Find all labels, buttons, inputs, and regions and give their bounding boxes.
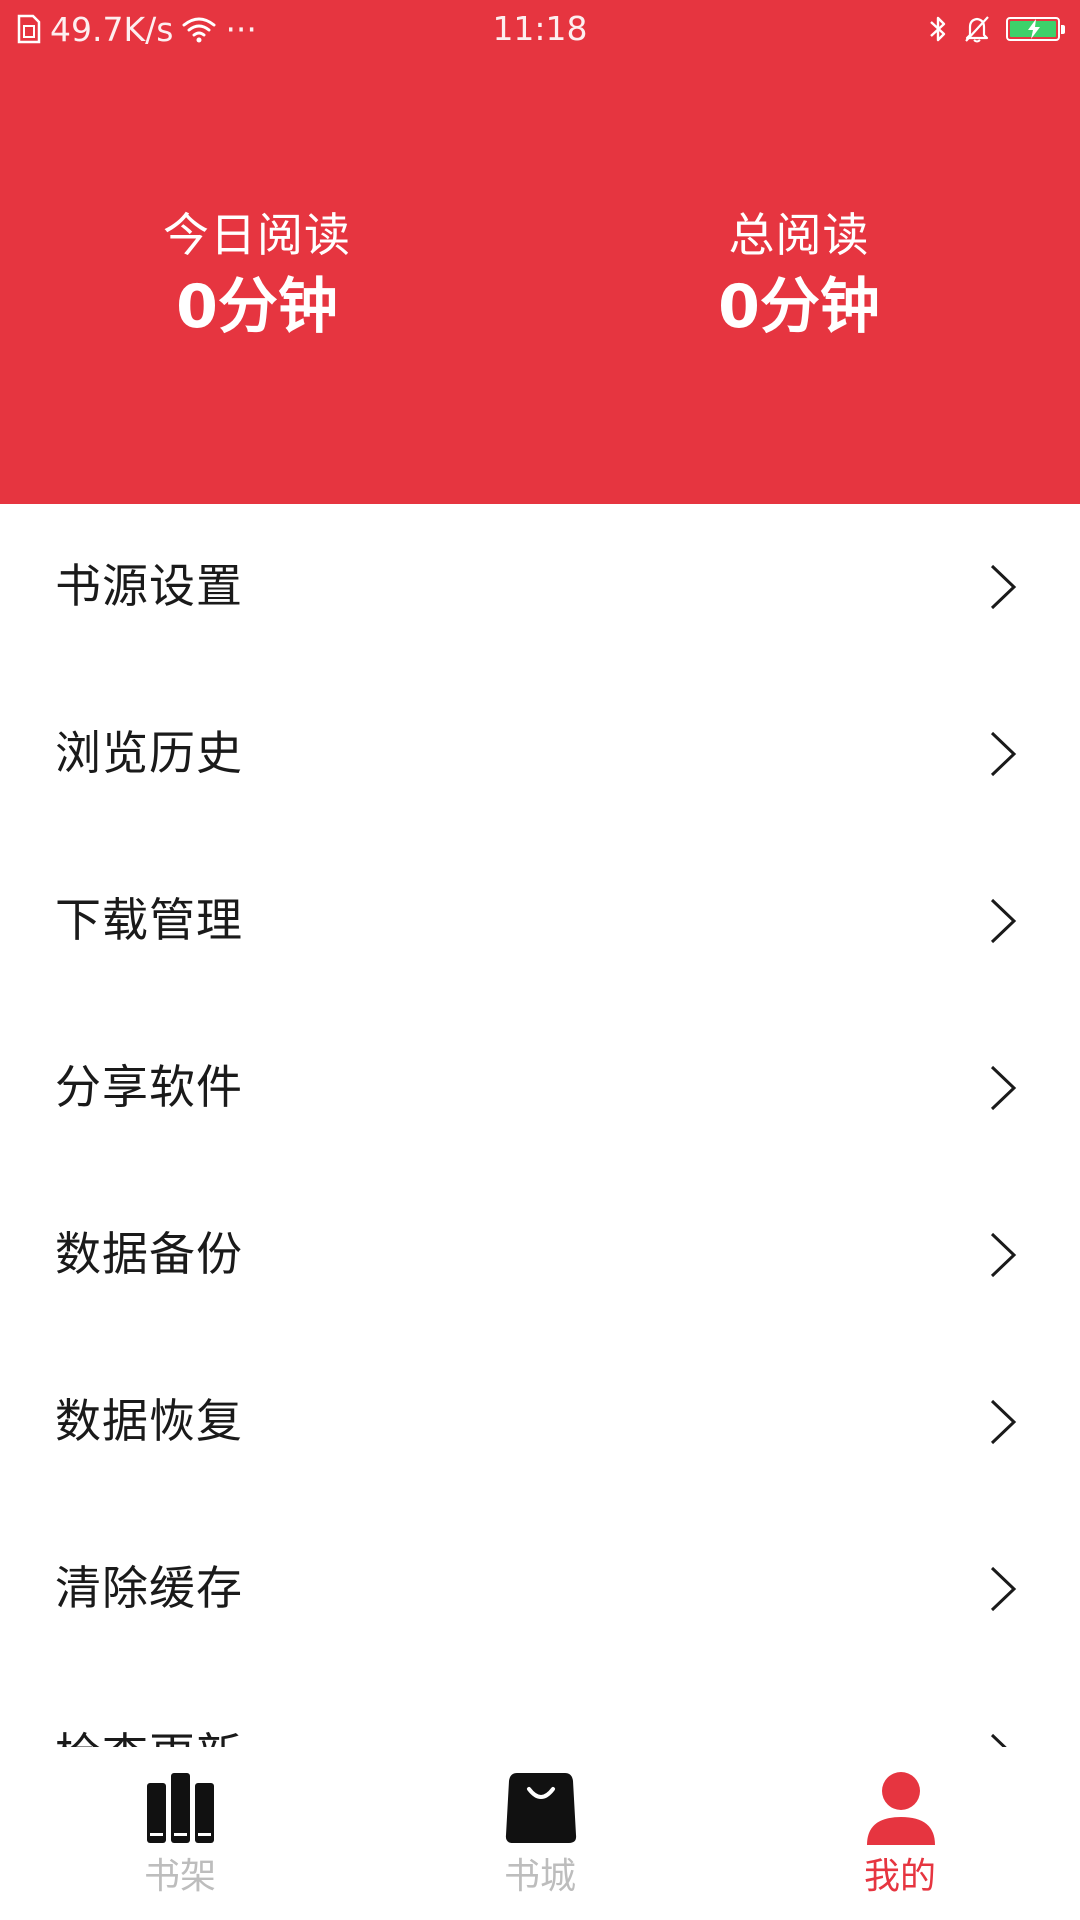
today-reading-stat: 今日阅读 0分钟 bbox=[0, 205, 527, 347]
chevron-right-icon bbox=[990, 1566, 1017, 1612]
tab-bookshelf-label: 书架 bbox=[143, 1856, 216, 1897]
charging-icon bbox=[1028, 19, 1040, 39]
menu-item-data-restore[interactable]: 数据恢复 bbox=[0, 1339, 1080, 1506]
bookshelf-icon bbox=[147, 1773, 214, 1843]
tab-mine[interactable]: 我的 bbox=[720, 1747, 1080, 1920]
tab-bookstore-label: 书城 bbox=[503, 1856, 576, 1897]
shopping-bag-icon bbox=[505, 1773, 577, 1843]
chevron-right-icon bbox=[990, 1232, 1017, 1278]
chevron-right-icon bbox=[990, 1065, 1017, 1111]
menu-item-label: 检查更新 bbox=[55, 1725, 243, 1747]
tab-bookshelf[interactable]: 书架 bbox=[0, 1747, 360, 1920]
bottom-navigation: 书架 书城 我的 bbox=[0, 1747, 1080, 1920]
battery-tip bbox=[1061, 25, 1065, 34]
menu-item-label: 浏览历史 bbox=[55, 726, 243, 780]
menu-item-data-backup[interactable]: 数据备份 bbox=[0, 1172, 1080, 1339]
menu-item-label: 清除缓存 bbox=[55, 1561, 243, 1615]
silent-bell-icon bbox=[965, 16, 989, 43]
menu-item-clear-cache[interactable]: 清除缓存 bbox=[0, 1506, 1080, 1673]
chevron-right-icon bbox=[990, 1733, 1007, 1747]
status-bar-right bbox=[928, 8, 1065, 50]
menu-item-label: 数据备份 bbox=[55, 1227, 243, 1281]
total-reading-stat: 总阅读 0分钟 bbox=[529, 205, 1069, 347]
menu-item-label: 数据恢复 bbox=[55, 1394, 243, 1448]
reading-stats-header: 49.7K/s ··· 11:18 今日阅读 0分钟 总阅读 0分钟 bbox=[0, 0, 1080, 504]
menu-item-label: 下载管理 bbox=[55, 893, 243, 947]
menu-item-book-source[interactable]: 书源设置 bbox=[0, 504, 1080, 671]
profile-screen: 49.7K/s ··· 11:18 今日阅读 0分钟 总阅读 0分钟 书源设置 … bbox=[0, 0, 1080, 1920]
today-reading-value: 0分钟 bbox=[176, 272, 338, 342]
reading-stats: 今日阅读 0分钟 总阅读 0分钟 bbox=[0, 205, 1080, 347]
chevron-right-icon bbox=[990, 1399, 1017, 1445]
status-bar: 49.7K/s ··· 11:18 bbox=[0, 0, 1080, 58]
tab-bookstore[interactable]: 书城 bbox=[360, 1747, 720, 1920]
menu-item-check-update[interactable]: 检查更新 bbox=[0, 1673, 1080, 1747]
menu-item-label: 分享软件 bbox=[55, 1060, 243, 1114]
battery-icon bbox=[1006, 17, 1065, 41]
chevron-right-icon bbox=[990, 731, 1017, 777]
total-reading-label: 总阅读 bbox=[728, 208, 870, 262]
menu-item-browse-history[interactable]: 浏览历史 bbox=[0, 671, 1080, 838]
settings-menu[interactable]: 书源设置 浏览历史 下载管理 分享软件 数据备份 数据恢复 清除缓存 检查更新 bbox=[0, 504, 1080, 1747]
bluetooth-icon bbox=[930, 16, 946, 42]
clock: 11:18 bbox=[492, 9, 588, 48]
menu-item-download-manager[interactable]: 下载管理 bbox=[0, 838, 1080, 1005]
chevron-right-icon bbox=[990, 898, 1017, 944]
total-reading-value: 0分钟 bbox=[718, 272, 880, 342]
user-icon bbox=[867, 1772, 935, 1845]
tab-mine-label: 我的 bbox=[863, 1856, 936, 1897]
chevron-right-icon bbox=[990, 564, 1017, 610]
menu-item-label: 书源设置 bbox=[55, 559, 243, 613]
today-reading-label: 今日阅读 bbox=[163, 208, 351, 262]
menu-item-share-app[interactable]: 分享软件 bbox=[0, 1005, 1080, 1172]
